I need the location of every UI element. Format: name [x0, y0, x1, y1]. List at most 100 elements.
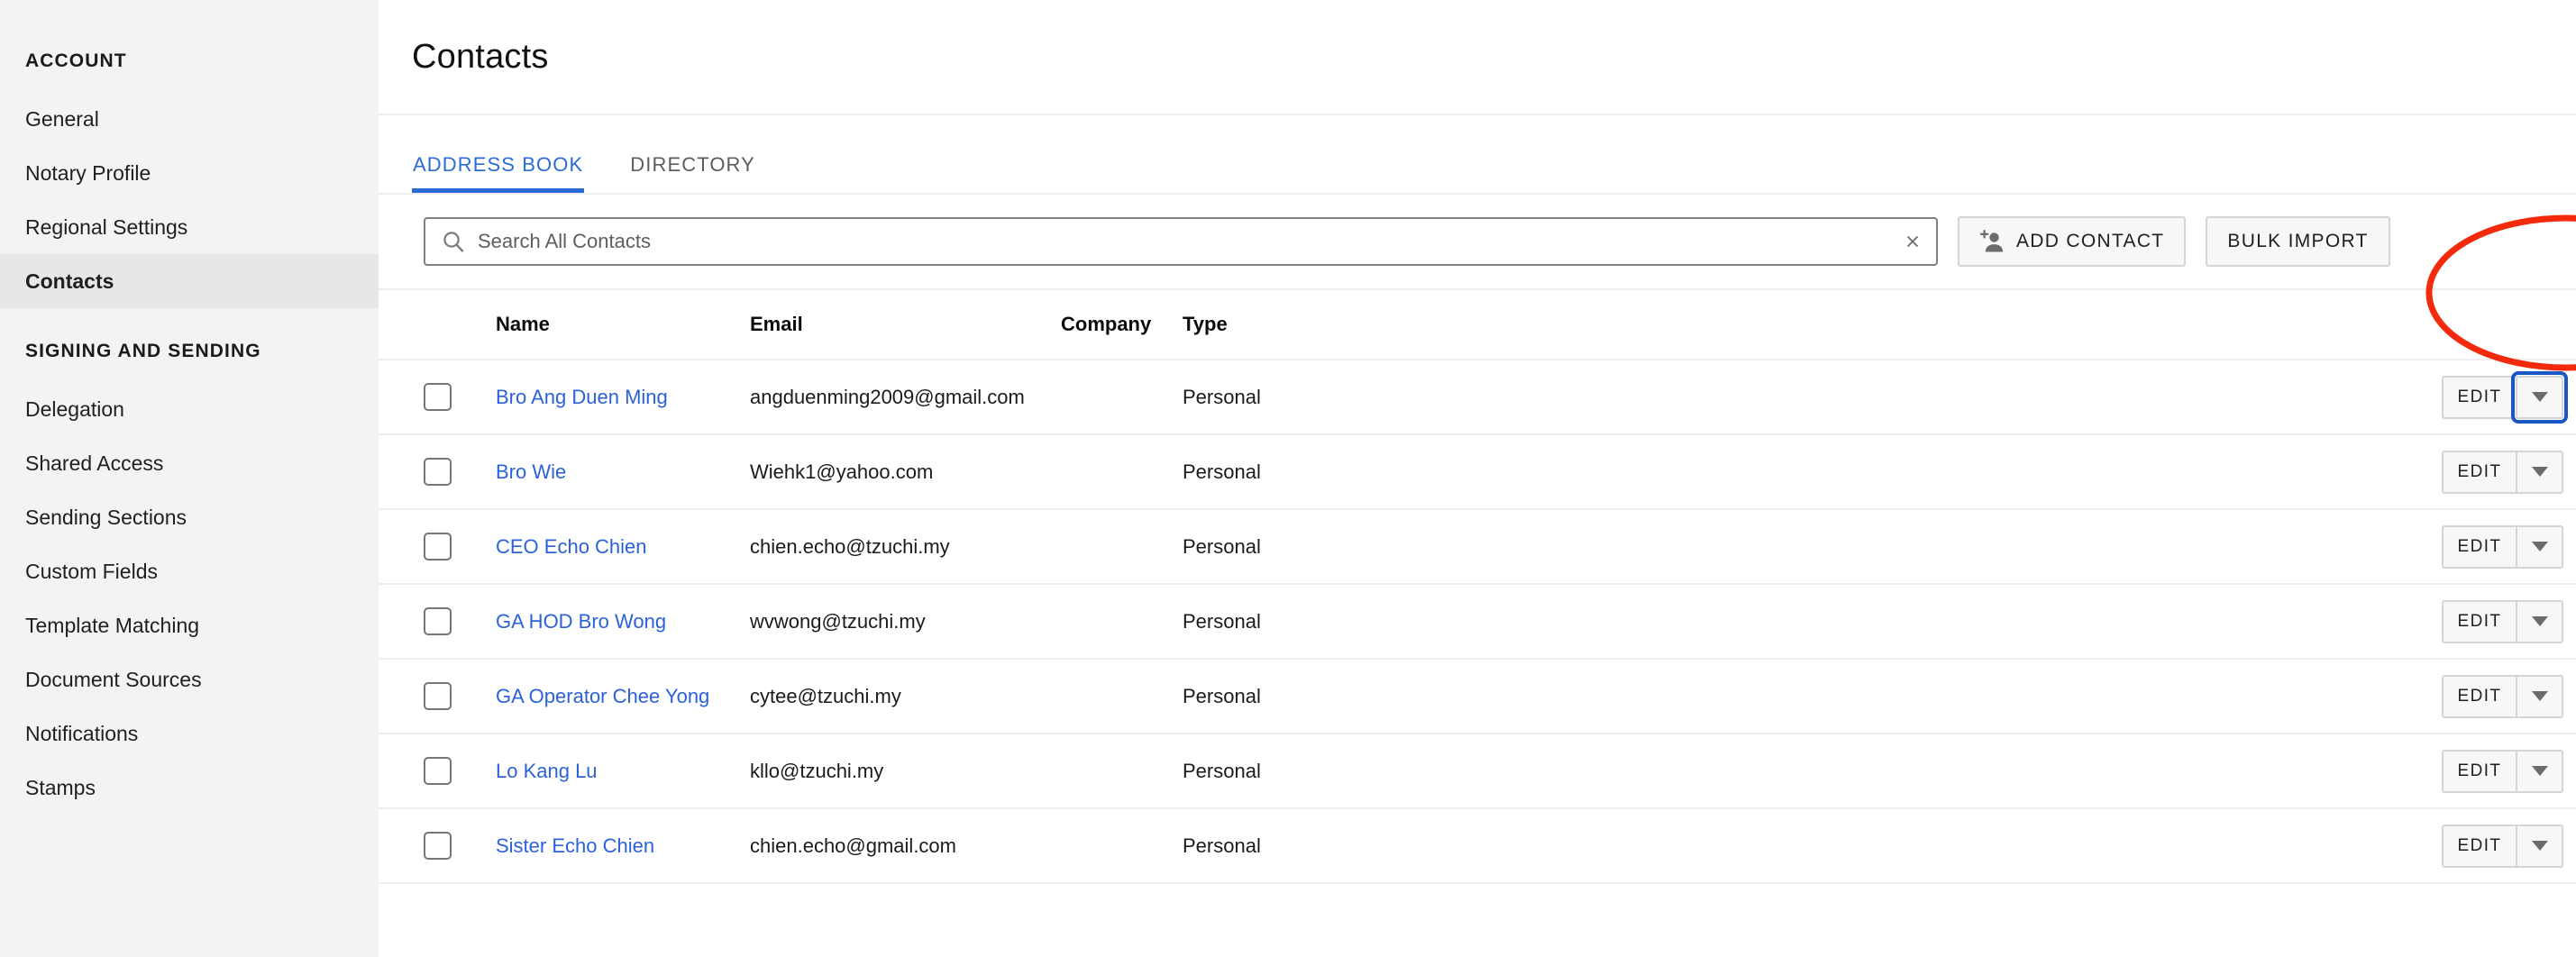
table-row: Bro Ang Duen Ming angduenming2009@gmail.c…	[379, 360, 2576, 435]
row-email-cell: chien.echo@gmail.com	[750, 834, 1061, 858]
row-name-cell: Lo Kang Lu	[496, 760, 750, 783]
row-actions-cell: EDIT	[1453, 749, 2576, 793]
row-actions-cell: EDIT	[1453, 824, 2576, 868]
edit-split-button: EDIT	[2442, 599, 2563, 643]
contacts-table: Name Email Company Type Bro Ang Duen Min…	[379, 290, 2576, 884]
row-actions-cell: EDIT	[1453, 674, 2576, 718]
row-select-cell	[379, 607, 496, 635]
add-contact-label: ADD CONTACT	[2016, 231, 2165, 251]
row-actions-cell: EDIT	[1453, 450, 2576, 494]
row-name-cell: CEO Echo Chien	[496, 535, 750, 559]
tab-directory[interactable]: DIRECTORY	[629, 153, 756, 193]
sidebar-item-contacts[interactable]: Contacts	[0, 254, 379, 308]
chevron-down-icon	[2531, 841, 2548, 851]
page-header: Contacts	[379, 0, 2576, 115]
contact-email: angduenming2009@gmail.com	[750, 385, 1025, 408]
row-actions-cell: EDIT	[1453, 370, 2576, 424]
edit-button[interactable]: EDIT	[2442, 524, 2516, 569]
edit-button[interactable]: EDIT	[2442, 749, 2516, 793]
edit-dropdown-toggle[interactable]	[2516, 450, 2563, 494]
contacts-toolbar: ADD CONTACT BULK IMPORT	[379, 195, 2576, 290]
row-checkbox[interactable]	[424, 757, 452, 785]
bulk-import-button[interactable]: BULK IMPORT	[2206, 216, 2390, 267]
contact-name-link[interactable]: GA Operator Chee Yong	[496, 685, 709, 707]
edit-split-button: EDIT	[2442, 370, 2568, 424]
table-row: GA Operator Chee Yong cytee@tzuchi.my Pers…	[379, 660, 2576, 734]
contact-email: chien.echo@gmail.com	[750, 834, 956, 857]
contact-name-link[interactable]: Lo Kang Lu	[496, 760, 598, 782]
search-input[interactable]	[478, 230, 1902, 253]
row-actions-cell: EDIT	[1453, 524, 2576, 569]
row-name-cell: Bro Wie	[496, 460, 750, 484]
contact-type: Personal	[1183, 759, 1261, 782]
row-type-cell: Personal	[1183, 834, 1453, 858]
row-checkbox[interactable]	[424, 682, 452, 710]
sidebar-item-notifications[interactable]: Notifications	[0, 706, 379, 761]
edit-dropdown-toggle[interactable]	[2516, 749, 2563, 793]
chevron-down-icon	[2531, 616, 2548, 626]
close-icon[interactable]	[1902, 231, 1923, 252]
row-select-cell	[379, 757, 496, 785]
edit-button[interactable]: EDIT	[2442, 450, 2516, 494]
row-select-cell	[379, 832, 496, 860]
row-type-cell: Personal	[1183, 685, 1453, 708]
table-row: CEO Echo Chien chien.echo@tzuchi.my Person…	[379, 510, 2576, 585]
edit-dropdown-toggle[interactable]	[2516, 824, 2563, 868]
row-select-cell	[379, 383, 496, 411]
column-header-company: Company	[1061, 313, 1152, 335]
sidebar-item-regional-settings[interactable]: Regional Settings	[0, 200, 379, 254]
edit-dropdown-toggle[interactable]	[2516, 599, 2563, 643]
contact-type: Personal	[1183, 460, 1261, 483]
sidebar-item-shared-access[interactable]: Shared Access	[0, 436, 379, 490]
sidebar-item-custom-fields[interactable]: Custom Fields	[0, 544, 379, 598]
edit-button[interactable]: EDIT	[2442, 674, 2516, 718]
tab-address-book[interactable]: ADDRESS BOOK	[412, 153, 585, 193]
sidebar-item-template-matching[interactable]: Template Matching	[0, 598, 379, 652]
edit-button[interactable]: EDIT	[2442, 599, 2516, 643]
row-email-cell: kllo@tzuchi.my	[750, 760, 1061, 783]
sidebar-divider-gap	[0, 308, 379, 341]
contact-type: Personal	[1183, 684, 1261, 707]
edit-button[interactable]: EDIT	[2442, 824, 2516, 868]
contact-name-link[interactable]: Bro Ang Duen Ming	[496, 386, 668, 408]
row-name-cell: GA Operator Chee Yong	[496, 685, 750, 708]
row-select-cell	[379, 682, 496, 710]
table-row: Bro Wie Wiehk1@yahoo.com Personal EDIT	[379, 435, 2576, 510]
sidebar-item-delegation[interactable]: Delegation	[0, 382, 379, 436]
row-actions-cell: EDIT	[1453, 599, 2576, 643]
contact-name-link[interactable]: Sister Echo Chien	[496, 834, 654, 857]
contact-name-link[interactable]: GA HOD Bro Wong	[496, 610, 666, 633]
contact-name-link[interactable]: Bro Wie	[496, 460, 566, 483]
sidebar-item-notary-profile[interactable]: Notary Profile	[0, 146, 379, 200]
row-name-cell: Bro Ang Duen Ming	[496, 386, 750, 409]
row-checkbox[interactable]	[424, 832, 452, 860]
contact-name-link[interactable]: CEO Echo Chien	[496, 535, 647, 558]
row-checkbox[interactable]	[424, 533, 452, 561]
chevron-down-icon	[2531, 467, 2548, 477]
edit-button[interactable]: EDIT	[2442, 375, 2516, 419]
row-email-cell: cytee@tzuchi.my	[750, 685, 1061, 708]
row-email-cell: angduenming2009@gmail.com	[750, 386, 1061, 409]
settings-sidebar: ACCOUNT General Notary Profile Regional …	[0, 0, 379, 957]
sidebar-section-signing-and-sending: SIGNING AND SENDING Delegation Shared Ac…	[0, 341, 379, 815]
row-checkbox[interactable]	[424, 383, 452, 411]
row-email-cell: Wiehk1@yahoo.com	[750, 460, 1061, 484]
row-email-cell: chien.echo@tzuchi.my	[750, 535, 1061, 559]
row-checkbox[interactable]	[424, 607, 452, 635]
edit-split-button: EDIT	[2442, 674, 2563, 718]
column-header-type: Type	[1183, 313, 1228, 335]
edit-dropdown-toggle[interactable]	[2511, 370, 2568, 424]
row-type-cell: Personal	[1183, 535, 1453, 559]
edit-dropdown-toggle[interactable]	[2516, 674, 2563, 718]
sidebar-item-stamps[interactable]: Stamps	[0, 761, 379, 815]
sidebar-item-document-sources[interactable]: Document Sources	[0, 652, 379, 706]
sidebar-item-sending-sections[interactable]: Sending Sections	[0, 490, 379, 544]
column-header-email: Email	[750, 313, 803, 335]
row-checkbox[interactable]	[424, 458, 452, 486]
contact-email: chien.echo@tzuchi.my	[750, 534, 950, 558]
table-row: GA HOD Bro Wong wvwong@tzuchi.my Personal E…	[379, 585, 2576, 660]
search-field[interactable]	[424, 217, 1938, 266]
add-contact-button[interactable]: ADD CONTACT	[1958, 216, 2187, 267]
edit-dropdown-toggle[interactable]	[2516, 524, 2563, 569]
sidebar-item-general[interactable]: General	[0, 92, 379, 146]
